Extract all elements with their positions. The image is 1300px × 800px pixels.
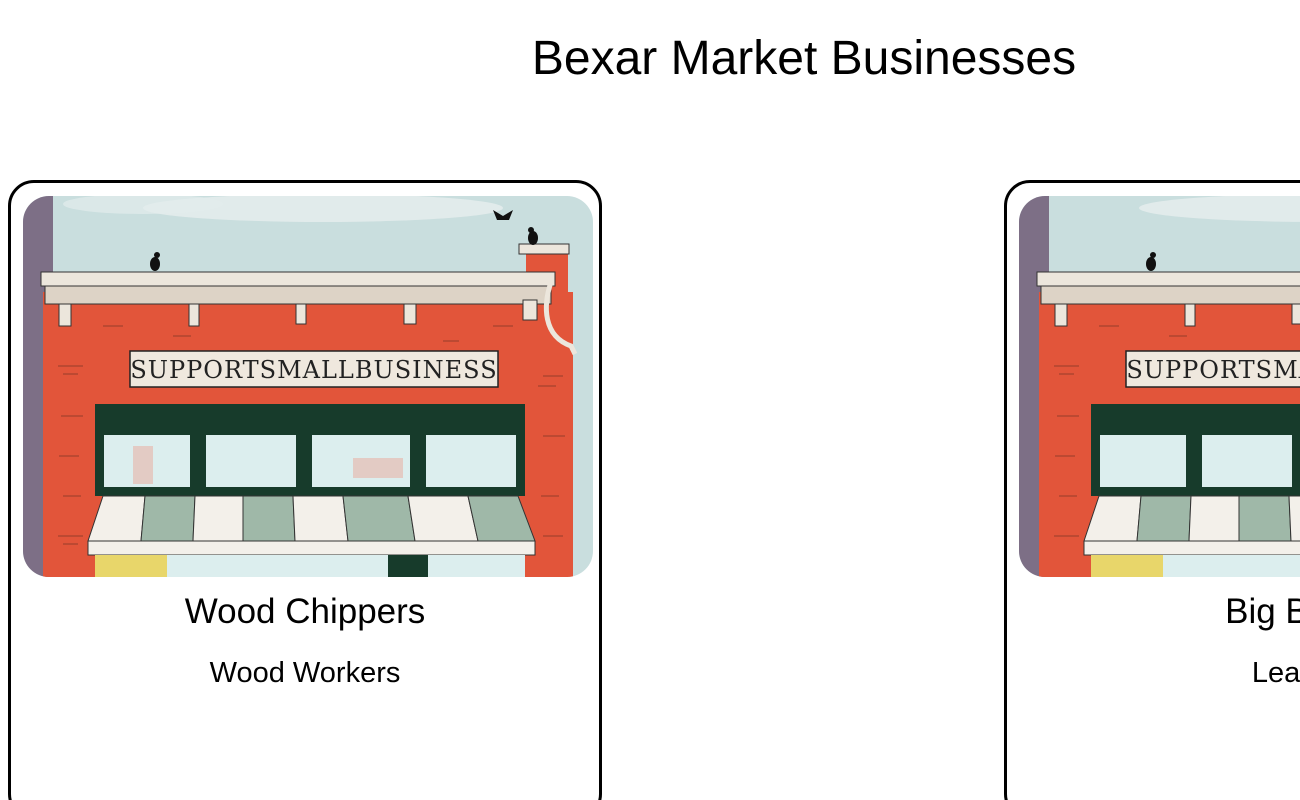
storefront-illustration: SUPPORTSMALLBUSINESS: [1019, 196, 1300, 577]
storefront-illustration: SUPPORTSMALLBUSINESS: [23, 196, 593, 577]
business-name: Wood Chippers: [184, 592, 426, 631]
page-title: Bexar Market Businesses: [531, 32, 1077, 85]
business-card-wood-chippers[interactable]: SUPPORTSMALLBUSINESS Wood Chippers Wood …: [8, 180, 602, 800]
business-category: Leather: [1251, 657, 1300, 689]
business-name: Big Bexar: [1225, 592, 1300, 631]
sign-text: SUPPORTSMALLBUSINESS: [130, 356, 497, 384]
page: Bexar Market Businesses SUPPORTSMALLBUSI…: [0, 0, 1300, 800]
business-card-big-bexar[interactable]: SUPPORTSMALLBUSINESS B: [1004, 180, 1300, 800]
business-category: Wood Workers: [209, 657, 401, 689]
sign-text: SUPPORTSMALLBUSINESS: [1126, 356, 1300, 384]
